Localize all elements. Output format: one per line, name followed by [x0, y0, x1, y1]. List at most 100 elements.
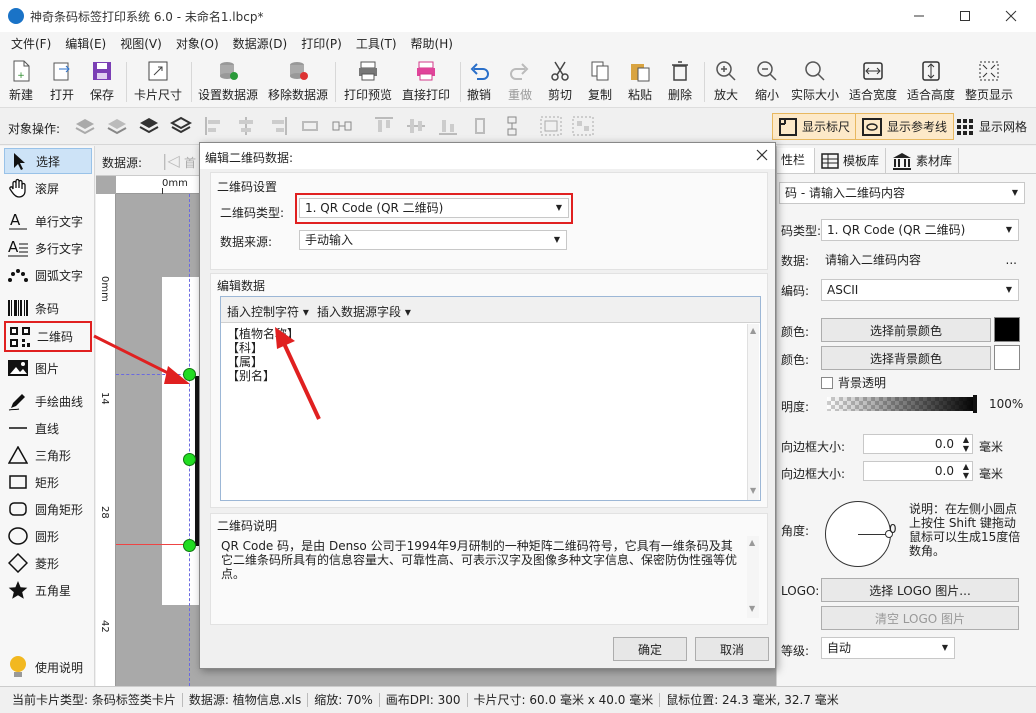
- fg-color-swatch[interactable]: [994, 317, 1020, 342]
- description-scrollbar[interactable]: ▲ ▼: [747, 536, 759, 618]
- open-button[interactable]: 打开: [50, 59, 74, 103]
- minimize-button[interactable]: [896, 0, 942, 32]
- undo-button[interactable]: 撤销: [467, 59, 491, 103]
- content-combo[interactable]: 码 - 请输入二维码内容 ▼: [779, 182, 1025, 204]
- tool-multi-text[interactable]: A 多行文字: [4, 235, 92, 261]
- align-left-icon[interactable]: [204, 116, 224, 136]
- angle-dial[interactable]: [825, 501, 893, 567]
- remove-datasource-button[interactable]: 移除数据源: [268, 59, 328, 103]
- data-editor[interactable]: 插入控制字符 ▾ 插入数据源字段 ▾ 【植物名称】 【科】 【属】 【别名】 ▲…: [220, 296, 761, 501]
- cut-button[interactable]: 剪切: [548, 59, 572, 103]
- align-center-h-icon[interactable]: [236, 116, 256, 136]
- tool-pan[interactable]: 滚屏: [4, 175, 92, 201]
- close-window-button[interactable]: [988, 0, 1034, 32]
- show-ruler-toggle[interactable]: 显示标尺: [772, 113, 858, 140]
- select-logo-button[interactable]: 选择 LOGO 图片...: [821, 578, 1019, 602]
- vmargin-spinner[interactable]: 0.0 ▲ ▼: [863, 461, 973, 481]
- menu-object[interactable]: 对象(O): [169, 32, 226, 56]
- clear-logo-button[interactable]: 清空 LOGO 图片: [821, 606, 1019, 630]
- tab-properties[interactable]: 性栏: [777, 148, 815, 173]
- fg-color-button[interactable]: 选择前景颜色: [821, 318, 991, 342]
- layer-up-icon[interactable]: [74, 115, 96, 137]
- redo-button[interactable]: 重做: [508, 59, 532, 103]
- layer-top-icon[interactable]: [138, 115, 160, 137]
- ungroup-icon[interactable]: [572, 116, 594, 136]
- delete-button[interactable]: 删除: [668, 59, 692, 103]
- tool-rect[interactable]: 矩形: [4, 469, 92, 495]
- distribute-v-icon[interactable]: [502, 116, 522, 136]
- tool-qrcode[interactable]: 二维码: [4, 321, 92, 352]
- tool-select[interactable]: 选择: [4, 148, 92, 174]
- panel-data-field[interactable]: 请输入二维码内容...: [821, 249, 1019, 271]
- tool-arc-text[interactable]: 圆弧文字: [4, 262, 92, 288]
- zoom-in-button[interactable]: 放大: [714, 59, 738, 103]
- zoom-out-button[interactable]: 缩小: [755, 59, 779, 103]
- tool-triangle[interactable]: 三角形: [4, 442, 92, 468]
- same-height-icon[interactable]: [470, 116, 490, 136]
- cancel-button[interactable]: 取消: [695, 637, 769, 661]
- tool-barcode[interactable]: 条码: [4, 295, 92, 321]
- card-size-button[interactable]: 卡片尺寸: [134, 59, 182, 103]
- tab-template-library[interactable]: 模板库: [815, 148, 887, 173]
- editor-scrollbar[interactable]: ▲ ▼: [747, 324, 759, 500]
- transparent-checkbox[interactable]: 背景透明: [821, 374, 886, 391]
- tool-freehand[interactable]: 手绘曲线: [4, 388, 92, 414]
- tool-image[interactable]: 图片: [4, 355, 92, 381]
- show-guides-toggle[interactable]: 显示参考线: [855, 113, 955, 140]
- more-button[interactable]: ...: [1006, 249, 1017, 271]
- hmargin-spinner[interactable]: 0.0 ▲ ▼: [863, 434, 973, 454]
- guide-line-vertical[interactable]: [189, 194, 190, 686]
- insert-field-dropdown[interactable]: 插入数据源字段 ▾: [317, 303, 411, 320]
- opacity-slider[interactable]: [827, 395, 977, 413]
- save-button[interactable]: 保存: [90, 59, 114, 103]
- encoding-select[interactable]: ASCII ▼: [821, 279, 1019, 301]
- menu-datasource[interactable]: 数据源(D): [226, 32, 295, 56]
- maximize-button[interactable]: [942, 0, 988, 32]
- fit-width-button[interactable]: 适合宽度: [849, 59, 897, 103]
- ok-button[interactable]: 确定: [613, 637, 687, 661]
- qrcode-type-select[interactable]: 1. QR Code (QR 二维码) ▼: [299, 198, 569, 218]
- tab-material-library[interactable]: 素材库: [886, 148, 960, 173]
- set-datasource-button[interactable]: 设置数据源: [198, 59, 258, 103]
- fit-page-button[interactable]: 整页显示: [965, 59, 1013, 103]
- align-right-icon[interactable]: [268, 116, 288, 136]
- layer-down-icon[interactable]: [106, 115, 128, 137]
- resize-handle-bottom[interactable]: [183, 539, 196, 552]
- bg-color-button[interactable]: 选择背景颜色: [821, 346, 991, 370]
- data-source-select[interactable]: 手动输入 ▼: [299, 230, 567, 250]
- bg-color-swatch[interactable]: [994, 345, 1020, 370]
- tool-star[interactable]: 五角星: [4, 577, 92, 603]
- paste-button[interactable]: 粘贴: [628, 59, 652, 103]
- menu-edit[interactable]: 编辑(E): [58, 32, 113, 56]
- copy-button[interactable]: 复制: [588, 59, 612, 103]
- tool-circle[interactable]: 圆形: [4, 523, 92, 549]
- tool-help[interactable]: 使用说明: [4, 654, 92, 680]
- menu-tools[interactable]: 工具(T): [349, 32, 404, 56]
- dialog-close-icon[interactable]: [752, 145, 772, 165]
- insert-control-char-dropdown[interactable]: 插入控制字符 ▾: [227, 303, 309, 320]
- menu-print[interactable]: 打印(P): [294, 32, 349, 56]
- show-grid-toggle[interactable]: 显示网格: [950, 113, 1033, 140]
- new-button[interactable]: + 新建: [9, 59, 33, 103]
- tool-diamond[interactable]: 菱形: [4, 550, 92, 576]
- tool-round-rect[interactable]: 圆角矩形: [4, 496, 92, 522]
- level-select[interactable]: 自动 ▼: [821, 637, 955, 659]
- group-icon[interactable]: [540, 116, 562, 136]
- tool-line[interactable]: 直线: [4, 415, 92, 441]
- tool-single-text[interactable]: A 单行文字: [4, 208, 92, 234]
- menu-help[interactable]: 帮助(H): [404, 32, 460, 56]
- menu-view[interactable]: 视图(V): [113, 32, 169, 56]
- first-record-icon[interactable]: |◁: [162, 151, 180, 170]
- align-top-icon[interactable]: [374, 116, 394, 136]
- panel-type-select[interactable]: 1. QR Code (QR 二维码) ▼: [821, 219, 1019, 241]
- layer-bottom-icon[interactable]: [170, 115, 192, 137]
- menu-file[interactable]: 文件(F): [4, 32, 58, 56]
- align-middle-icon[interactable]: [406, 116, 426, 136]
- same-width-icon[interactable]: [300, 116, 320, 136]
- print-preview-button[interactable]: 打印预览: [344, 59, 392, 103]
- direct-print-button[interactable]: 直接打印: [402, 59, 450, 103]
- fit-height-button[interactable]: 适合高度: [907, 59, 955, 103]
- align-bottom-icon[interactable]: [438, 116, 458, 136]
- distribute-h-icon[interactable]: [332, 116, 352, 136]
- resize-handle-middle[interactable]: [183, 453, 196, 466]
